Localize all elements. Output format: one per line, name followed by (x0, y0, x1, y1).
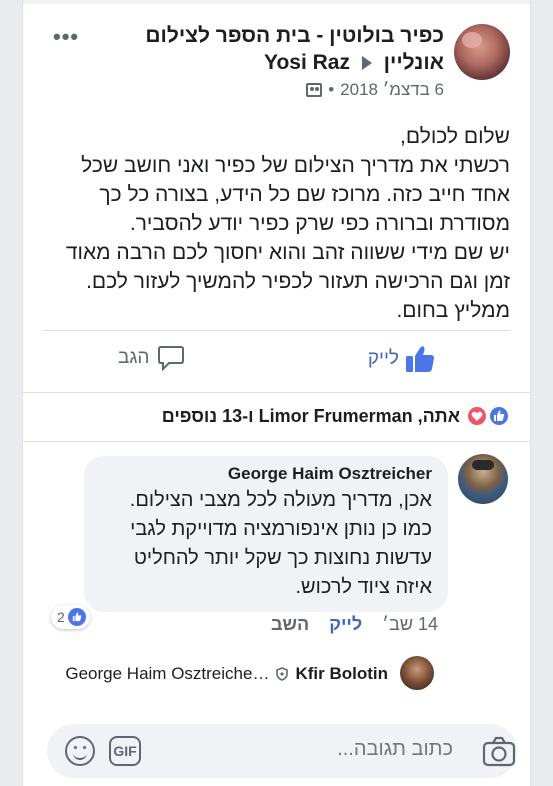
top-divider (23, 0, 530, 4)
post-body: שלום לכולם, רכשתי את מדריך הצילום של כפי… (40, 122, 510, 325)
comment-input[interactable] (273, 738, 453, 761)
post-paragraph: רכשתי את מדריך הצילום של כפיר ואני חושב … (81, 154, 510, 235)
divider (23, 441, 530, 442)
thumbs-up-icon (488, 405, 510, 427)
like-label: לייק (367, 348, 399, 369)
reply-preview-text: George Haim Osztreiche… (65, 664, 270, 683)
comment-reaction-count: 2 (57, 609, 65, 625)
title-line-2: אונליין Yosi Raz (84, 49, 444, 76)
divider (43, 330, 510, 331)
reactions-text: אתה, Limor Frumerman ו-13 נוספים (161, 405, 460, 426)
post-card: כפיר בולוטין - בית הספר לצילום אונליין Y… (22, 0, 531, 786)
comment-bubble: George Haim Osztreicher אכן, מדריך מעולה… (84, 456, 448, 612)
comment-reactions[interactable]: 2 (51, 605, 90, 629)
comment-like-button[interactable]: לייק (329, 614, 362, 635)
comment-author[interactable]: George Haim Osztreicher (100, 464, 432, 484)
comment-reply-button[interactable]: השב (271, 614, 309, 635)
reply-author[interactable]: Kfir Bolotin (295, 664, 388, 684)
post-paragraph: שלום לכולם, (400, 125, 510, 148)
more-options-button[interactable]: ••• (53, 24, 79, 50)
comment-composer: GIF (47, 724, 517, 778)
post-date[interactable]: 6 בדצמ׳ 2018 (340, 80, 444, 100)
reply-author-avatar[interactable] (400, 656, 434, 690)
smiley-icon[interactable] (65, 736, 95, 766)
post-title[interactable]: כפיר בולוטין - בית הספר לצילום אונליין Y… (84, 22, 444, 76)
divider (23, 392, 530, 393)
gif-button[interactable]: GIF (109, 736, 141, 766)
comment-actions: 14 שב׳ לייק השב (271, 614, 438, 635)
page-name[interactable]: כפיר בולוטין - בית הספר לצילום (84, 22, 444, 49)
speech-bubble-icon (158, 346, 185, 371)
arrow-icon (361, 56, 372, 71)
comment-button[interactable]: הגב (118, 345, 185, 371)
heart-icon (466, 405, 488, 427)
thumbs-up-icon (406, 346, 434, 372)
page-name-suffix[interactable]: אונליין (384, 51, 444, 74)
poster-avatar[interactable] (454, 24, 510, 80)
meta-separator: • (328, 80, 335, 99)
shield-icon (276, 667, 289, 681)
camera-icon[interactable] (479, 732, 519, 770)
group-icon (306, 83, 323, 97)
thumbs-up-icon (67, 608, 86, 626)
post-meta: 6 בדצמ׳ 2018 • (306, 80, 444, 100)
poster-name[interactable]: Yosi Raz (264, 51, 350, 74)
commenter-avatar[interactable] (458, 454, 508, 504)
reply-preview[interactable]: Kfir Bolotin George Haim Osztreiche… (49, 664, 388, 684)
comment-text: אכן, מדריך מעולה לכל מצבי הצילום. כמו כן… (129, 489, 432, 598)
post-header: כפיר בולוטין - בית הספר לצילום אונליין Y… (23, 18, 530, 108)
comment-time[interactable]: 14 שב׳ (382, 614, 438, 635)
like-button[interactable]: לייק (368, 345, 435, 373)
post-paragraph: יש שם מידי ששווה זהב והוא יחסוך לכם הרבה… (65, 241, 510, 322)
reactions-summary[interactable]: אתה, Limor Frumerman ו-13 נוספים (162, 405, 510, 427)
comment-label: הגב (118, 347, 150, 368)
